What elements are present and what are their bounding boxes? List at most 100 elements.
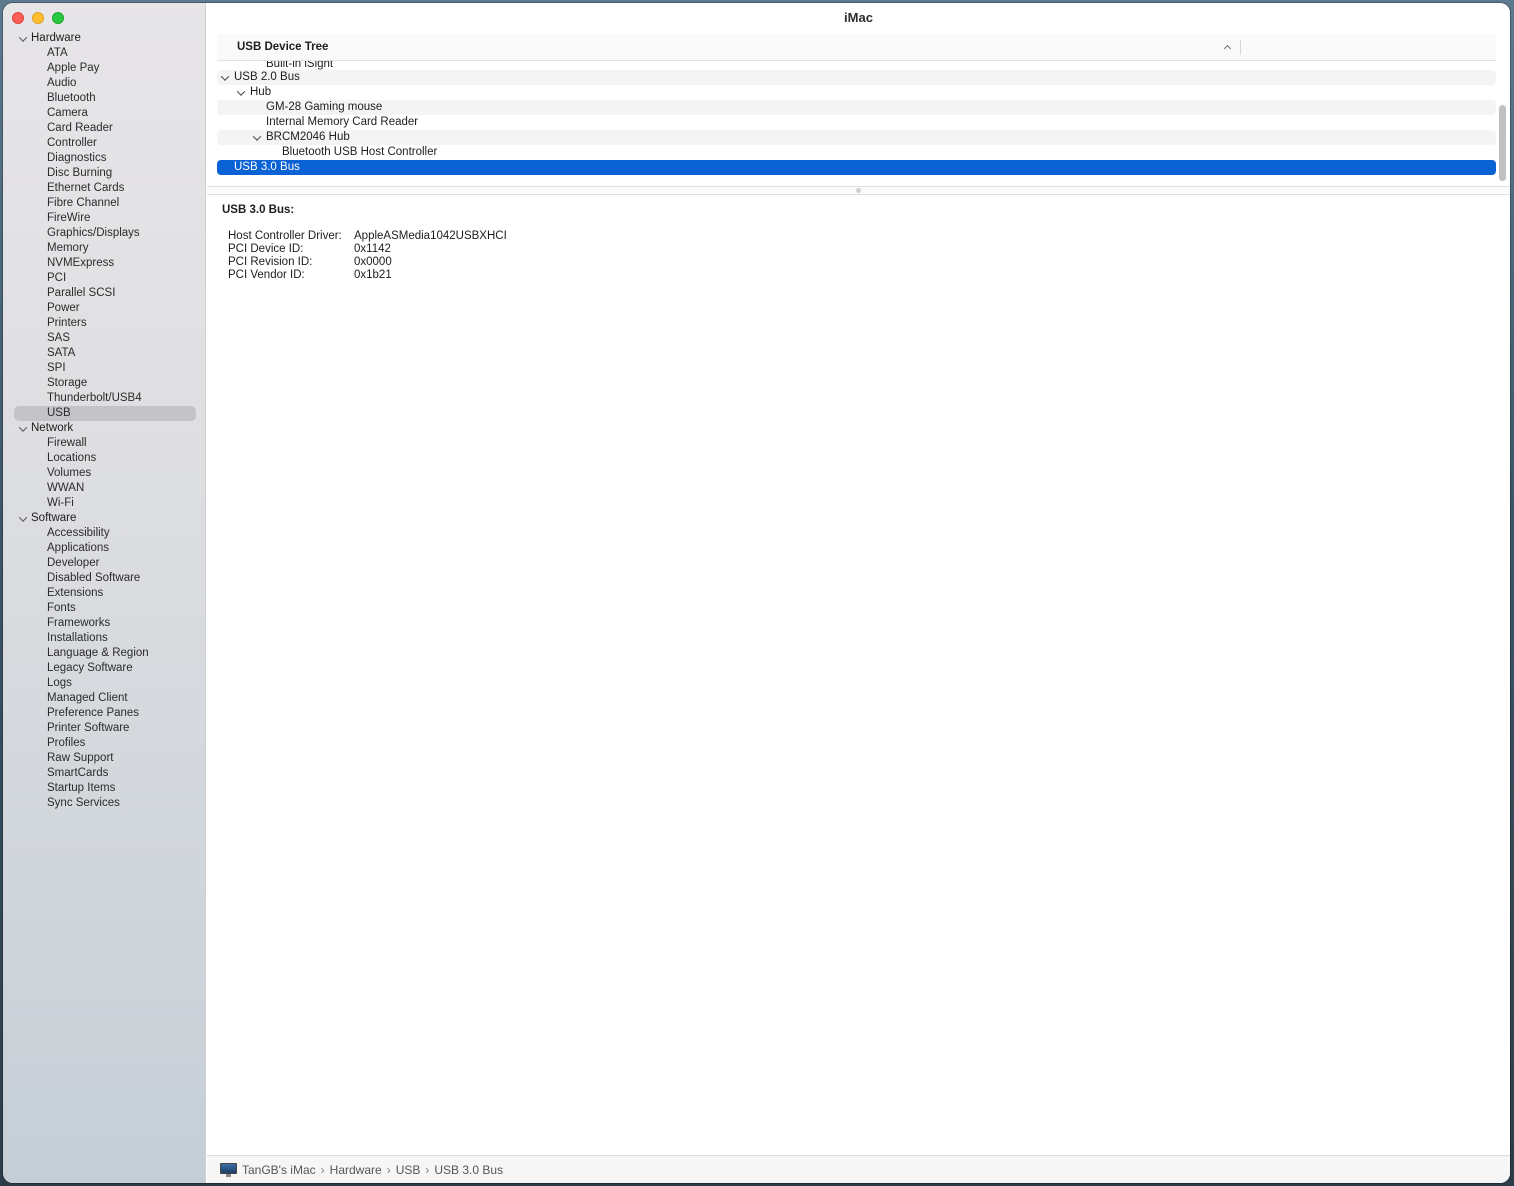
sidebar-item-managed-client[interactable]: Managed Client	[14, 691, 196, 706]
sidebar-item-fibre-channel[interactable]: Fibre Channel	[14, 196, 196, 211]
minimize-window-button[interactable]	[32, 12, 44, 24]
usb-tree-row-label: Built-in iSight	[266, 61, 334, 70]
close-window-button[interactable]	[12, 12, 24, 24]
sidebar-item-apple-pay[interactable]: Apple Pay	[14, 61, 196, 76]
sidebar-item-printer-software[interactable]: Printer Software	[14, 721, 196, 736]
sidebar-group-software[interactable]: Software	[14, 511, 196, 526]
detail-field-value: 0x0000	[354, 256, 392, 268]
sidebar-item-disabled-software[interactable]: Disabled Software	[14, 571, 196, 586]
disclosure-chevron-icon[interactable]	[236, 85, 246, 100]
detail-fields: Host Controller Driver: AppleASMedia1042U…	[222, 230, 507, 282]
sidebar-group-label: Network	[31, 422, 74, 434]
detail-field-value: AppleASMedia1042USBXHCI	[354, 230, 507, 242]
usb-tree-row[interactable]: USB 3.0 Bus	[217, 160, 1496, 175]
sidebar-item-ata[interactable]: ATA	[14, 46, 196, 61]
usb-tree-row[interactable]: Hub	[217, 85, 1496, 100]
sidebar-item-diagnostics[interactable]: Diagnostics	[14, 151, 196, 166]
sidebar-item-raw-support[interactable]: Raw Support	[14, 751, 196, 766]
detail-field-value: 0x1b21	[354, 269, 392, 281]
sidebar-item-power[interactable]: Power	[14, 301, 196, 316]
sidebar-item-sync-services[interactable]: Sync Services	[14, 796, 196, 811]
breadcrumb: TanGB's iMac › Hardware › USB › USB 3.0 Bus	[242, 1163, 503, 1177]
sidebar-item-sata[interactable]: SATA	[14, 346, 196, 361]
disclosure-chevron-icon[interactable]	[220, 70, 230, 85]
window-title: iMac	[844, 10, 873, 25]
sidebar-item-installations[interactable]: Installations	[14, 631, 196, 646]
usb-tree-row[interactable]: Bluetooth USB Host Controller	[217, 145, 1496, 160]
sidebar-item-fonts[interactable]: Fonts	[14, 601, 196, 616]
detail-field-key: PCI Revision ID:	[228, 256, 313, 268]
breadcrumb-item[interactable]: Hardware	[330, 1163, 382, 1177]
sidebar-item-pci[interactable]: PCI	[14, 271, 196, 286]
sidebar-group-hardware[interactable]: Hardware	[14, 31, 196, 46]
detail-field-key: PCI Device ID:	[228, 243, 304, 255]
sidebar-item-nvmexpress[interactable]: NVMExpress	[14, 256, 196, 271]
sidebar-item-logs[interactable]: Logs	[14, 676, 196, 691]
sidebar-item-usb[interactable]: USB	[14, 406, 196, 421]
column-header-label: USB Device Tree	[237, 41, 329, 53]
chevron-down-icon[interactable]	[18, 31, 28, 46]
usb-tree-row[interactable]: GM-28 Gaming mouse	[217, 100, 1496, 115]
sidebar-item-controller[interactable]: Controller	[14, 136, 196, 151]
chevron-down-icon[interactable]	[18, 511, 28, 526]
sort-ascending-icon[interactable]	[1222, 34, 1232, 61]
sidebar-item-language-and-region[interactable]: Language & Region	[14, 646, 196, 661]
detail-field-key: PCI Vendor ID:	[228, 269, 305, 281]
main-pane: iMac USB Device Tree Built-in iSight USB …	[207, 3, 1510, 1183]
sidebar-item-firewire[interactable]: FireWire	[14, 211, 196, 226]
sidebar-item-thunderbolt-usb4[interactable]: Thunderbolt/USB4	[14, 391, 196, 406]
sidebar-item-locations[interactable]: Locations	[14, 451, 196, 466]
sidebar-item-wwan[interactable]: WWAN	[14, 481, 196, 496]
tree-scrollbar[interactable]	[1498, 61, 1506, 183]
column-divider[interactable]	[1240, 40, 1241, 55]
window-controls	[12, 12, 64, 24]
sidebar-item-volumes[interactable]: Volumes	[14, 466, 196, 481]
sidebar-item-sas[interactable]: SAS	[14, 331, 196, 346]
sidebar-item-spi[interactable]: SPI	[14, 361, 196, 376]
sidebar-item-profiles[interactable]: Profiles	[14, 736, 196, 751]
column-header[interactable]: USB Device Tree	[217, 34, 1496, 61]
chevron-down-icon[interactable]	[18, 421, 28, 436]
usb-tree-rows: Built-in iSight USB 2.0 Bus Hub GM-28 Gamin…	[217, 61, 1496, 175]
sidebar-item-parallel-scsi[interactable]: Parallel SCSI	[14, 286, 196, 301]
sidebar-item-accessibility[interactable]: Accessibility	[14, 526, 196, 541]
sidebar-item-frameworks[interactable]: Frameworks	[14, 616, 196, 631]
sidebar-item-printers[interactable]: Printers	[14, 316, 196, 331]
sidebar-item-firewall[interactable]: Firewall	[14, 436, 196, 451]
sidebar-item-camera[interactable]: Camera	[14, 106, 196, 121]
usb-tree-row[interactable]: Built-in iSight	[217, 61, 1496, 70]
tree-scrollbar-thumb[interactable]	[1499, 105, 1506, 181]
sidebar-item-bluetooth[interactable]: Bluetooth	[14, 91, 196, 106]
sidebar-tree: Hardware ATA Apple Pay Audio Bluetooth Camera…	[14, 31, 196, 811]
sidebar-item-developer[interactable]: Developer	[14, 556, 196, 571]
sidebar-item-applications[interactable]: Applications	[14, 541, 196, 556]
usb-tree-row[interactable]: BRCM2046 Hub	[217, 130, 1496, 145]
sidebar-item-graphics-displays[interactable]: Graphics/Displays	[14, 226, 196, 241]
sidebar-item-preference-panes[interactable]: Preference Panes	[14, 706, 196, 721]
breadcrumb-item[interactable]: USB 3.0 Bus	[434, 1163, 503, 1177]
sidebar-item-audio[interactable]: Audio	[14, 76, 196, 91]
sidebar-item-extensions[interactable]: Extensions	[14, 586, 196, 601]
breadcrumb-item[interactable]: USB	[396, 1163, 421, 1177]
breadcrumb-separator-icon: ›	[425, 1162, 430, 1177]
breadcrumb-item[interactable]: TanGB's iMac	[242, 1163, 316, 1177]
sidebar-item-smartcards[interactable]: SmartCards	[14, 766, 196, 781]
sidebar-item-memory[interactable]: Memory	[14, 241, 196, 256]
sidebar-item-storage[interactable]: Storage	[14, 376, 196, 391]
sidebar-item-startup-items[interactable]: Startup Items	[14, 781, 196, 796]
sidebar-item-ethernet-cards[interactable]: Ethernet Cards	[14, 181, 196, 196]
sidebar-item-disc-burning[interactable]: Disc Burning	[14, 166, 196, 181]
detail-field-key: Host Controller Driver:	[228, 230, 342, 242]
disclosure-chevron-icon[interactable]	[252, 130, 262, 145]
sidebar-item-legacy-software[interactable]: Legacy Software	[14, 661, 196, 676]
sidebar-item-wi-fi[interactable]: Wi-Fi	[14, 496, 196, 511]
usb-tree-row-label: BRCM2046 Hub	[266, 131, 350, 143]
zoom-window-button[interactable]	[52, 12, 64, 24]
split-view-divider[interactable]	[207, 186, 1510, 195]
usb-device-tree: USB Device Tree Built-in iSight USB 2.0 B…	[217, 34, 1496, 184]
usb-tree-row[interactable]: USB 2.0 Bus	[217, 70, 1496, 85]
sidebar-item-card-reader[interactable]: Card Reader	[14, 121, 196, 136]
usb-tree-row[interactable]: Internal Memory Card Reader	[217, 115, 1496, 130]
sidebar-group-network[interactable]: Network	[14, 421, 196, 436]
splitter-handle-icon[interactable]	[856, 188, 861, 193]
